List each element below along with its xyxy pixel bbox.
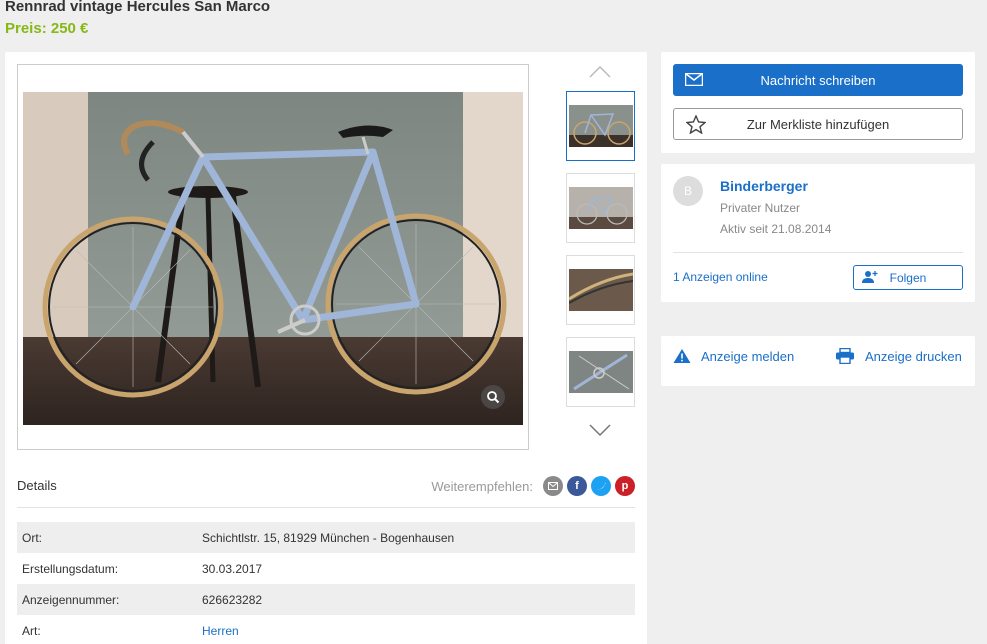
row-value: Schichtlstr. 15, 81929 München - Bogenha… (202, 530, 455, 545)
zoom-icon[interactable] (481, 385, 505, 409)
row-label: Anzeigennummer: (22, 592, 120, 607)
details-row-ad-number: Anzeigennummer: 626623282 (17, 584, 635, 615)
row-label: Erstellungsdatum: (22, 561, 119, 576)
listing-main-card: Details Weiterempfehlen: f p Ort: Schich… (5, 52, 647, 644)
add-to-watchlist-button[interactable]: Zur Merkliste hinzufügen (673, 108, 963, 140)
share-bar: Weiterempfehlen: f p (431, 476, 635, 496)
details-heading: Details (17, 478, 57, 493)
details-divider (17, 507, 635, 508)
chevron-up-icon[interactable] (563, 60, 637, 84)
main-listing-photo[interactable] (23, 92, 523, 425)
add-user-icon (862, 270, 878, 287)
main-image-frame (17, 64, 529, 450)
follow-button[interactable]: Folgen (853, 265, 963, 290)
chevron-down-icon[interactable] (563, 418, 637, 442)
send-message-button[interactable]: Nachricht schreiben (673, 64, 963, 96)
printer-icon (835, 348, 855, 364)
thumbnail-2[interactable] (566, 173, 635, 243)
share-label: Weiterempfehlen: (431, 478, 533, 494)
bicycle-photo (23, 92, 523, 425)
ads-online-link[interactable]: 1 Anzeigen online (673, 270, 768, 284)
listing-price: Preis: 250 € (5, 20, 89, 37)
thumbnail-image (568, 105, 633, 147)
row-label: Art: (22, 623, 41, 638)
envelope-icon (684, 72, 704, 89)
thumbnail-image (568, 269, 633, 311)
warning-icon (673, 348, 691, 364)
seller-name-link[interactable]: Binderberger (720, 178, 808, 194)
facebook-icon[interactable]: f (567, 476, 587, 496)
print-ad-link[interactable]: Anzeige drucken (835, 348, 962, 364)
seller-active-since: Aktiv seit 21.08.2014 (720, 222, 832, 236)
row-value: 626623282 (202, 592, 263, 607)
pinterest-icon[interactable]: p (615, 476, 635, 496)
star-icon (685, 114, 707, 137)
seller-card: B Binderberger Privater Nutzer Aktiv sei… (661, 164, 975, 302)
contact-card: Nachricht schreiben Zur Merkliste hinzuf… (661, 52, 975, 153)
twitter-icon[interactable] (591, 476, 611, 496)
print-ad-label: Anzeige drucken (865, 348, 962, 364)
details-row-type: Art: Herren (17, 615, 635, 644)
thumbnail-1[interactable] (566, 91, 635, 161)
type-link[interactable]: Herren (202, 624, 635, 638)
details-row-date: Erstellungsdatum: 30.03.2017 (17, 553, 635, 584)
details-table: Ort: Schichtlstr. 15, 81929 München - Bo… (17, 522, 635, 644)
details-row-location: Ort: Schichtlstr. 15, 81929 München - Bo… (17, 522, 635, 553)
add-to-watchlist-label: Zur Merkliste hinzufügen (746, 116, 890, 132)
follow-label: Folgen (889, 270, 927, 285)
email-icon[interactable] (543, 476, 563, 496)
report-ad-label: Anzeige melden (701, 348, 795, 364)
thumbnail-4[interactable] (566, 337, 635, 407)
avatar: B (673, 176, 703, 206)
report-card: Anzeige melden Anzeige drucken (661, 336, 975, 386)
thumbnail-image (568, 187, 633, 229)
listing-title: Rennrad vintage Hercules San Marco (5, 0, 271, 15)
seller-divider (673, 252, 963, 253)
row-value: 30.03.2017 (202, 561, 263, 576)
send-message-label: Nachricht schreiben (760, 72, 876, 88)
seller-type: Privater Nutzer (720, 201, 801, 215)
row-label: Ort: (22, 530, 42, 545)
thumbnail-3[interactable] (566, 255, 635, 325)
report-ad-link[interactable]: Anzeige melden (673, 348, 794, 364)
thumbnail-image (568, 351, 633, 393)
